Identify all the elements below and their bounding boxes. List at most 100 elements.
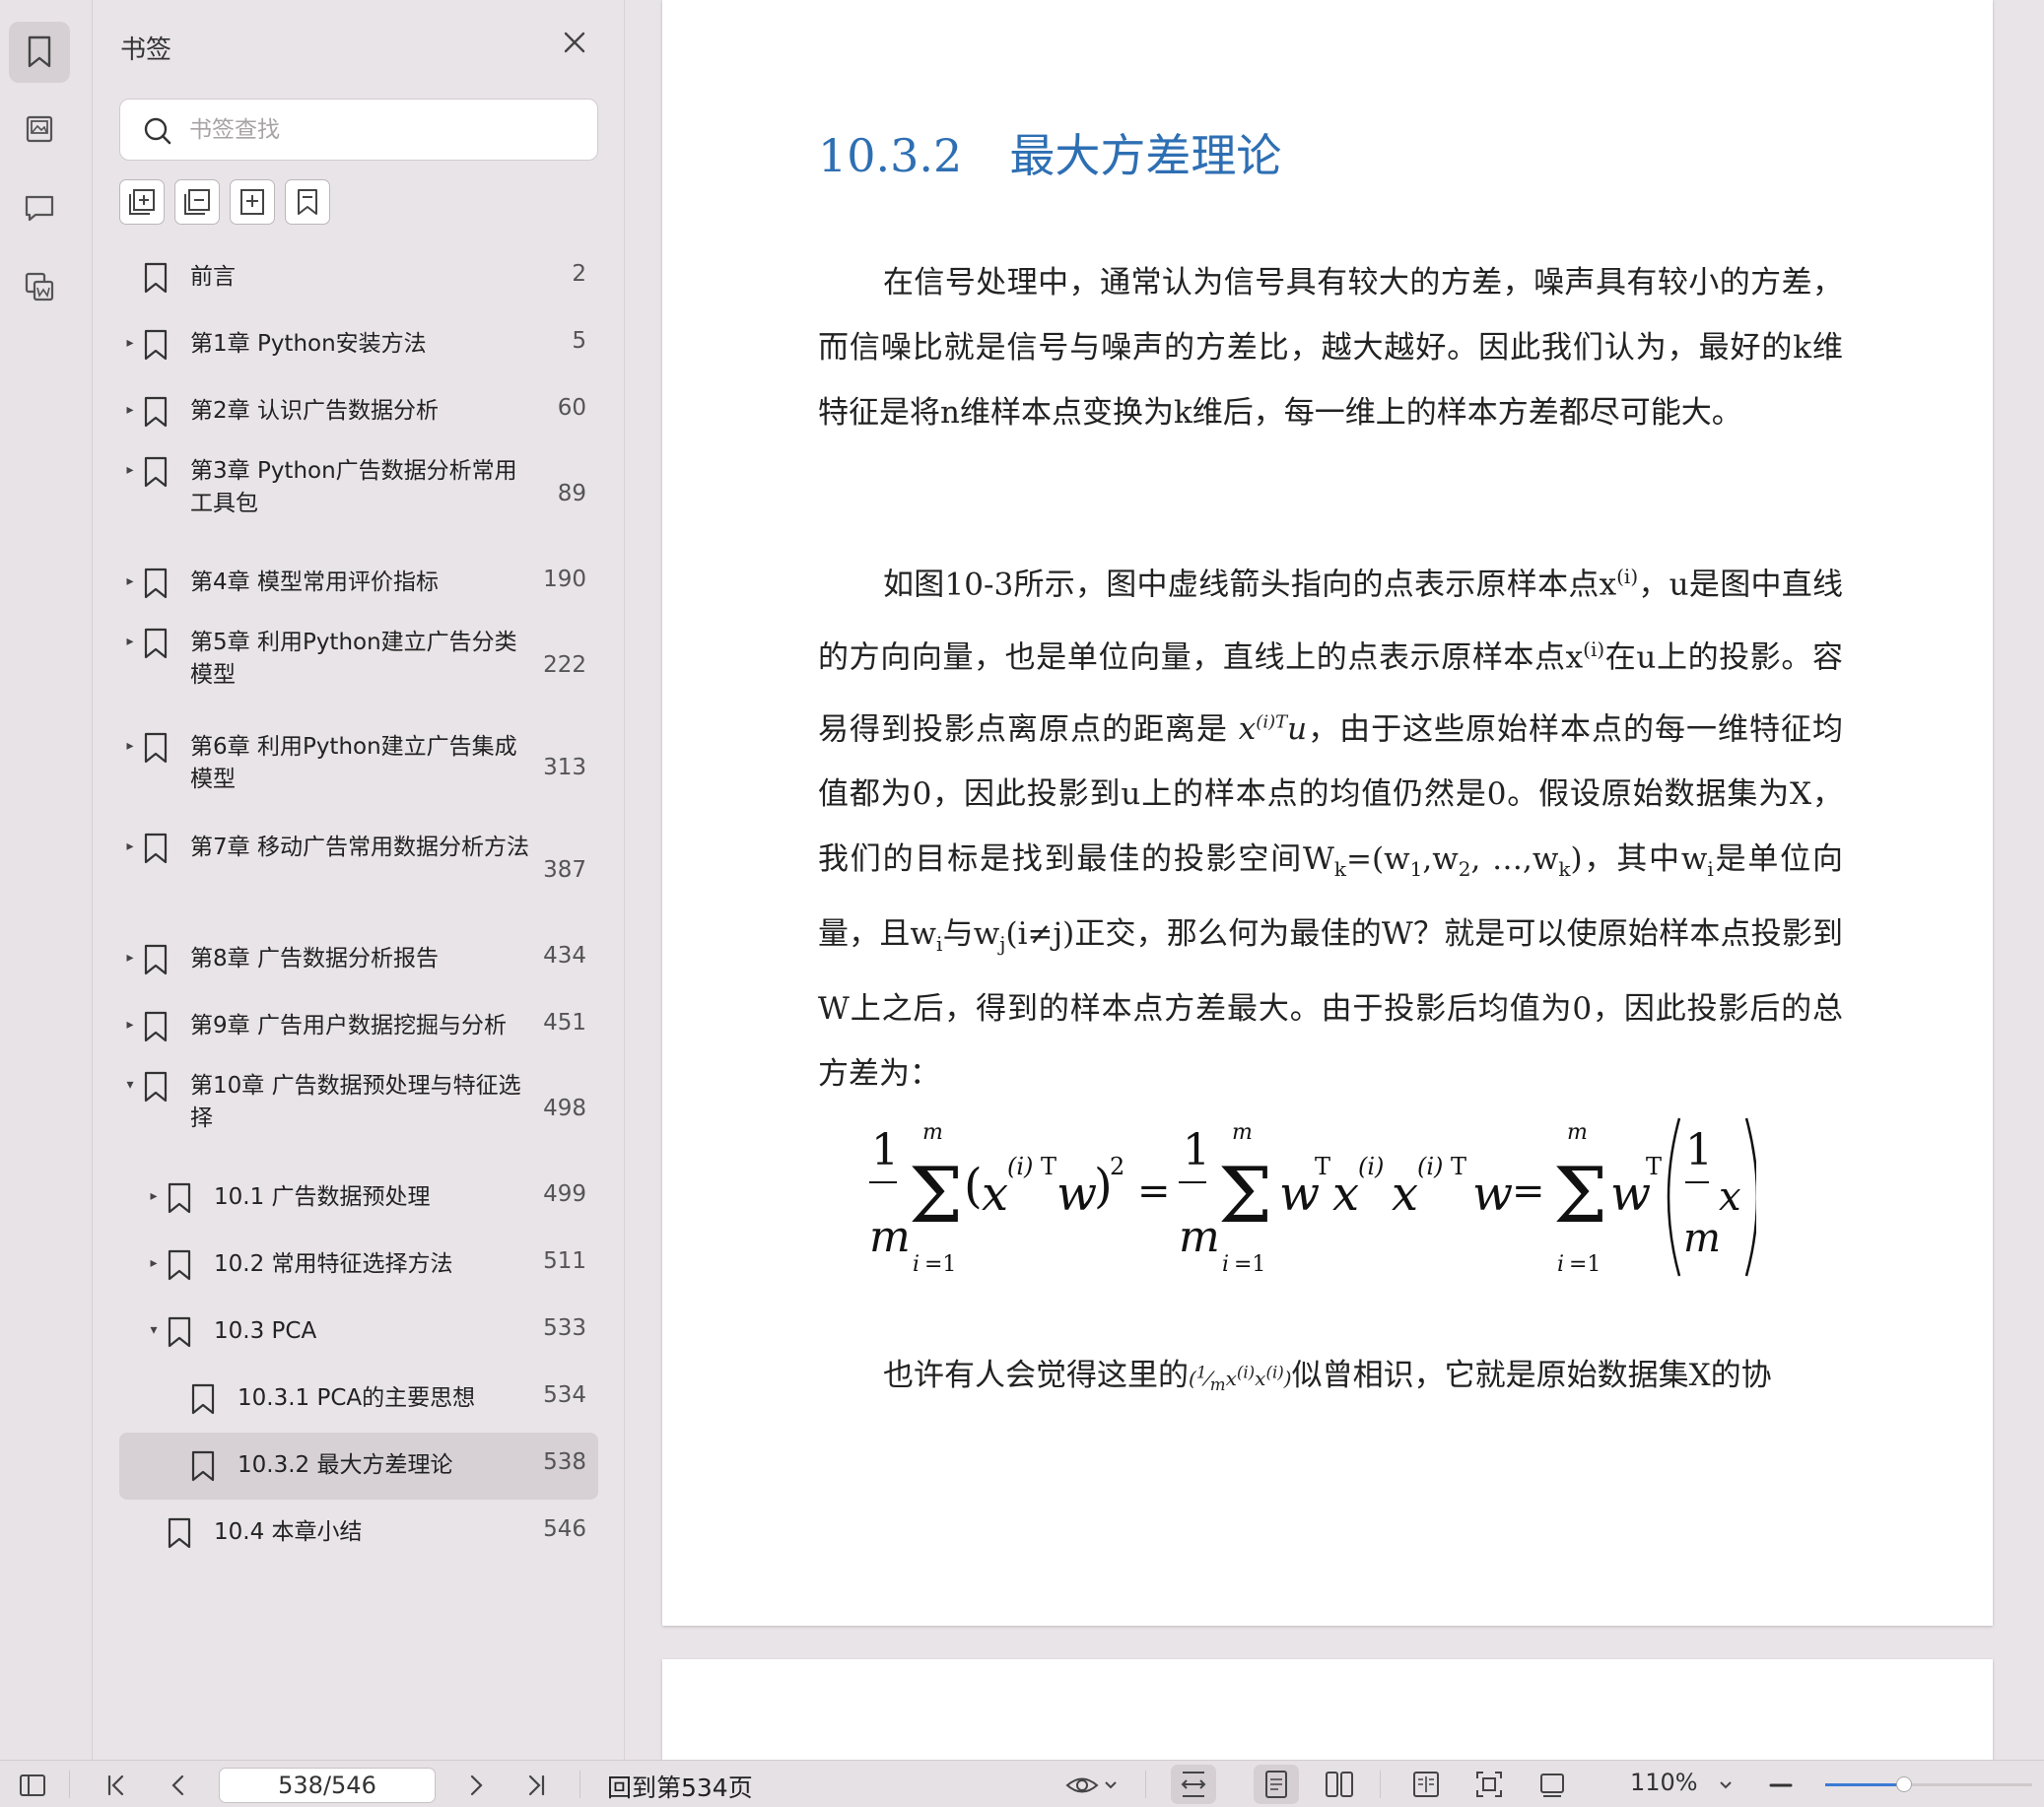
bookmark-icon	[144, 628, 168, 659]
bookmark-item[interactable]: ▾ 第10章 广告数据预处理与特征选择 498	[119, 1060, 598, 1165]
svg-text:m: m	[1232, 1120, 1253, 1145]
close-icon[interactable]	[560, 28, 589, 57]
rotate-button[interactable]	[1530, 1765, 1575, 1804]
bookmark-item[interactable]: ▸ 10.2 常用特征选择方法 511	[119, 1232, 598, 1299]
collapse-arrow-icon[interactable]: ▾	[146, 1322, 162, 1338]
next-page-icon[interactable]	[461, 1771, 491, 1800]
bookmark-label: 第9章 广告用户数据挖掘与分析	[190, 1013, 507, 1038]
svg-text:T: T	[1315, 1153, 1330, 1180]
go-back-to-page-link[interactable]: 回到第534页	[607, 1769, 753, 1804]
fit-page-button[interactable]	[1466, 1765, 1512, 1804]
bookmark-item[interactable]: 前言 2	[119, 244, 598, 311]
bookmark-icon	[191, 1383, 215, 1415]
single-page-icon	[1265, 1771, 1287, 1798]
first-page-icon[interactable]	[101, 1771, 130, 1800]
bookmark-button[interactable]	[285, 179, 330, 225]
bookmark-panel: 书签 前言2▸第1章 Pyth	[93, 0, 625, 1760]
bookmark-item[interactable]: 10.4 本章小结 546	[119, 1500, 598, 1567]
bottom-toolbar: 538/546 回到第534页 110%	[0, 1760, 2044, 1807]
bookmark-label: 前言	[190, 264, 236, 290]
bookmark-item[interactable]: ▸ 第4章 模型常用评价指标 190	[119, 550, 598, 617]
comment-panel-button[interactable]	[9, 177, 70, 238]
document-pages-icon	[25, 272, 54, 301]
zoom-out-icon[interactable]	[1766, 1771, 1796, 1800]
bookmark-item[interactable]: ▾ 10.3 PCA 533	[119, 1299, 598, 1366]
svg-text:=: =	[1137, 1169, 1171, 1214]
collapse-all-icon	[184, 189, 210, 215]
collapse-all-button[interactable]	[174, 179, 220, 225]
expand-arrow-icon[interactable]: ▸	[146, 1255, 162, 1271]
zoom-slider[interactable]	[1825, 1776, 2032, 1792]
book-view-icon	[1413, 1772, 1439, 1797]
bookmark-icon	[144, 1011, 168, 1042]
expand-arrow-icon[interactable]: ▸	[122, 573, 138, 589]
svg-text:w: w	[1472, 1167, 1513, 1222]
bookmark-item[interactable]: ▸ 第6章 利用Python建立广告集成模型 313	[119, 721, 598, 822]
thumbnail-panel-button[interactable]	[9, 99, 70, 160]
bookmark-page-number: 451	[543, 1010, 586, 1036]
page-number-input[interactable]: 538/546	[219, 1768, 436, 1803]
bookmark-page-number: 387	[543, 857, 586, 883]
chevron-down-icon[interactable]	[1717, 1771, 1735, 1800]
chevron-down-icon[interactable]	[1102, 1771, 1120, 1800]
bookmark-page-number: 538	[543, 1449, 586, 1475]
bookmark-item[interactable]: 10.3.2 最大方差理论 538	[119, 1433, 598, 1500]
zoom-level[interactable]: 110%	[1630, 1769, 1698, 1796]
collapse-arrow-icon[interactable]: ▾	[122, 1077, 138, 1093]
expand-all-button[interactable]	[119, 179, 165, 225]
single-page-button[interactable]	[1254, 1765, 1299, 1804]
last-page-icon[interactable]	[522, 1771, 552, 1800]
svg-text:m: m	[1179, 1212, 1220, 1262]
panel-title: 书签	[120, 35, 172, 65]
expand-arrow-icon[interactable]: ▸	[146, 1188, 162, 1204]
svg-text:Σ: Σ	[909, 1152, 963, 1240]
expand-arrow-icon[interactable]: ▸	[122, 335, 138, 351]
bookmark-icon	[144, 456, 168, 488]
two-page-button[interactable]	[1317, 1765, 1362, 1804]
bookmark-item[interactable]: 10.3.1 PCA的主要思想 534	[119, 1366, 598, 1433]
bookmark-item[interactable]: ▸ 第1章 Python安装方法 5	[119, 311, 598, 378]
section-number: 10.3.2	[818, 129, 963, 182]
bookmark-search-box[interactable]	[119, 99, 598, 161]
search-icon	[144, 117, 171, 145]
bookmark-page-number: 546	[543, 1516, 586, 1542]
svg-text:2: 2	[1110, 1153, 1124, 1180]
bookmark-item[interactable]: ▸ 第9章 广告用户数据挖掘与分析 451	[119, 993, 598, 1060]
eye-icon[interactable]	[1064, 1771, 1100, 1800]
bookmark-item[interactable]: ▸ 第2章 认识广告数据分析 60	[119, 378, 598, 445]
book-view-button[interactable]	[1403, 1765, 1449, 1804]
bookmark-item[interactable]: ▸ 第8章 广告数据分析报告 434	[119, 926, 598, 993]
expand-arrow-icon[interactable]: ▸	[122, 1017, 138, 1033]
bookmark-search-input[interactable]	[189, 111, 574, 149]
expand-arrow-icon[interactable]: ▸	[122, 462, 138, 478]
zoom-slider-handle[interactable]	[1895, 1776, 1912, 1792]
sidebar-toggle-icon[interactable]	[18, 1771, 47, 1800]
document-view[interactable]: 10.3.2 最大方差理论 在信号处理中，通常认为信号具有较大的方差，噪声具有较小…	[625, 0, 2044, 1797]
section-heading: 10.3.2 最大方差理论	[818, 120, 1281, 185]
bookmark-page-number: 498	[543, 1096, 586, 1121]
bookmark-label: 第4章 模型常用评价指标	[190, 569, 439, 595]
expand-arrow-icon[interactable]: ▸	[122, 402, 138, 418]
expand-arrow-icon[interactable]: ▸	[122, 838, 138, 854]
bookmark-icon	[144, 732, 168, 764]
bookmark-label: 10.1 广告数据预处理	[214, 1184, 431, 1210]
fit-width-button[interactable]	[1171, 1765, 1216, 1804]
bookmark-icon	[144, 1071, 168, 1103]
add-bookmark-button[interactable]	[230, 179, 275, 225]
svg-text:(i): (i)	[1358, 1153, 1384, 1180]
previous-page-icon[interactable]	[164, 1771, 193, 1800]
attachment-panel-button[interactable]	[9, 256, 70, 317]
bookmark-panel-button[interactable]	[9, 22, 70, 83]
bookmark-icon	[144, 329, 168, 361]
bookmark-icon	[168, 1316, 191, 1348]
bookmark-page-number: 511	[543, 1248, 586, 1274]
svg-text:m: m	[922, 1120, 943, 1145]
separator	[579, 1771, 580, 1798]
expand-arrow-icon[interactable]: ▸	[122, 634, 138, 649]
expand-arrow-icon[interactable]: ▸	[122, 950, 138, 966]
bookmark-item[interactable]: ▸ 第3章 Python广告数据分析常用工具包 89	[119, 445, 598, 550]
bookmark-item[interactable]: ▸ 第7章 移动广告常用数据分析方法 387	[119, 822, 598, 926]
expand-arrow-icon[interactable]: ▸	[122, 738, 138, 754]
bookmark-item[interactable]: ▸ 10.1 广告数据预处理 499	[119, 1165, 598, 1232]
bookmark-item[interactable]: ▸ 第5章 利用Python建立广告分类模型 222	[119, 617, 598, 721]
